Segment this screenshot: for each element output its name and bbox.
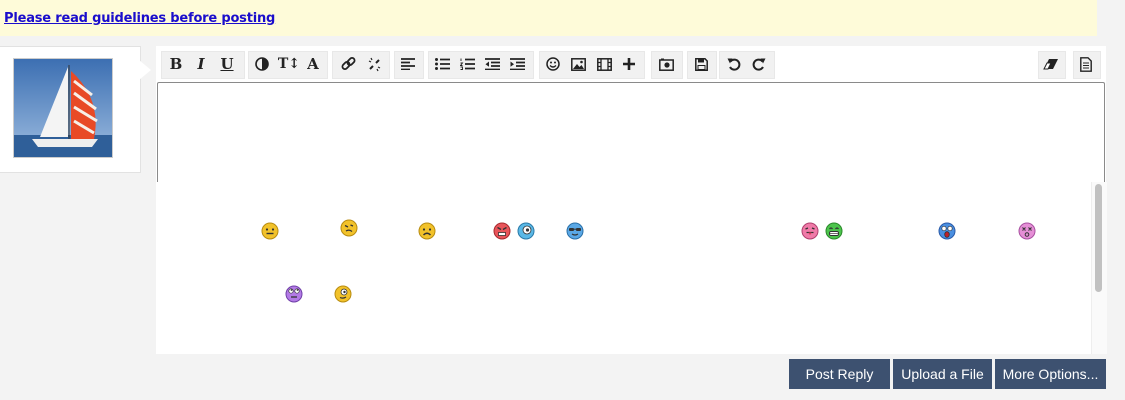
align-button[interactable]	[398, 52, 418, 76]
film-icon	[596, 57, 612, 71]
numbered-list-icon	[459, 58, 475, 70]
underline-button[interactable]: U	[218, 52, 236, 76]
smiley-frown[interactable]	[418, 222, 436, 240]
smiley-grin[interactable]	[825, 222, 843, 240]
plus-icon	[623, 58, 635, 70]
floppy-icon	[694, 57, 708, 71]
smiley-icon	[546, 57, 560, 71]
indent-button[interactable]	[507, 52, 527, 76]
screenshot-button[interactable]	[656, 52, 676, 76]
smiley-rolleyes[interactable]	[285, 285, 303, 303]
smiley-confused[interactable]	[340, 219, 358, 237]
avatar-pointer	[139, 60, 151, 80]
underline-icon: U	[220, 55, 234, 73]
font-size-button[interactable]: T↕	[278, 52, 300, 76]
view-source-button[interactable]	[1076, 52, 1096, 76]
insert-image-button[interactable]	[568, 52, 588, 76]
redo-icon	[752, 58, 766, 71]
scrollbar-thumb[interactable]	[1095, 184, 1102, 292]
image-icon	[570, 57, 586, 71]
message-textarea[interactable]	[157, 82, 1105, 183]
align-left-icon	[401, 58, 415, 70]
contrast-icon	[255, 57, 269, 71]
text-color-button[interactable]	[252, 52, 272, 76]
remove-formatting-button[interactable]	[1041, 52, 1061, 76]
smiley-dizzy[interactable]	[1018, 222, 1036, 240]
bullet-list-button[interactable]	[432, 52, 452, 76]
indent-icon	[509, 58, 525, 70]
reply-editor: B I U T↕ A	[156, 46, 1107, 354]
upload-file-button[interactable]: Upload a File	[893, 359, 992, 389]
redo-button[interactable]	[749, 52, 769, 76]
insert-media-button[interactable]	[594, 52, 614, 76]
guidelines-link[interactable]: Please read guidelines before posting	[4, 11, 275, 26]
post-reply-button[interactable]: Post Reply	[789, 359, 890, 389]
smiley-wink[interactable]	[334, 285, 352, 303]
italic-button[interactable]: I	[192, 52, 210, 76]
outdent-icon	[484, 58, 500, 70]
insert-more-button[interactable]	[619, 52, 639, 76]
bold-icon: B	[169, 55, 183, 73]
smilies-scrollbar[interactable]	[1091, 182, 1107, 354]
link-icon	[341, 56, 355, 70]
bold-button[interactable]: B	[167, 52, 185, 76]
font-size-icon: T↕	[277, 56, 301, 72]
font-icon: A	[307, 55, 319, 73]
font-family-button[interactable]: A	[304, 52, 322, 76]
smilies-panel	[156, 182, 1091, 354]
editor-toolbar: B I U T↕ A	[156, 46, 1106, 82]
remove-link-button[interactable]	[363, 52, 385, 76]
undo-icon	[727, 58, 741, 71]
outdent-button[interactable]	[482, 52, 502, 76]
numbered-list-button[interactable]	[457, 52, 477, 76]
smilies-button[interactable]	[543, 52, 563, 76]
smiley-eek[interactable]	[938, 222, 956, 240]
smiley-embarrassed[interactable]	[261, 222, 279, 240]
eraser-icon	[1043, 59, 1058, 70]
guidelines-notice: Please read guidelines before posting	[0, 0, 1097, 36]
smiley-cool[interactable]	[566, 222, 584, 240]
more-options-button[interactable]: More Options...	[995, 359, 1106, 389]
smiley-shocked[interactable]	[517, 222, 535, 240]
unlink-icon	[368, 57, 380, 71]
insert-link-button[interactable]	[337, 52, 359, 76]
undo-button[interactable]	[724, 52, 744, 76]
save-draft-button[interactable]	[691, 52, 711, 76]
document-icon	[1080, 56, 1092, 72]
smiley-mad[interactable]	[493, 222, 511, 240]
avatar[interactable]	[13, 58, 113, 158]
italic-icon: I	[197, 55, 205, 73]
bullet-list-icon	[434, 58, 450, 70]
camera-icon	[658, 58, 674, 71]
smiley-tongue[interactable]	[801, 222, 819, 240]
